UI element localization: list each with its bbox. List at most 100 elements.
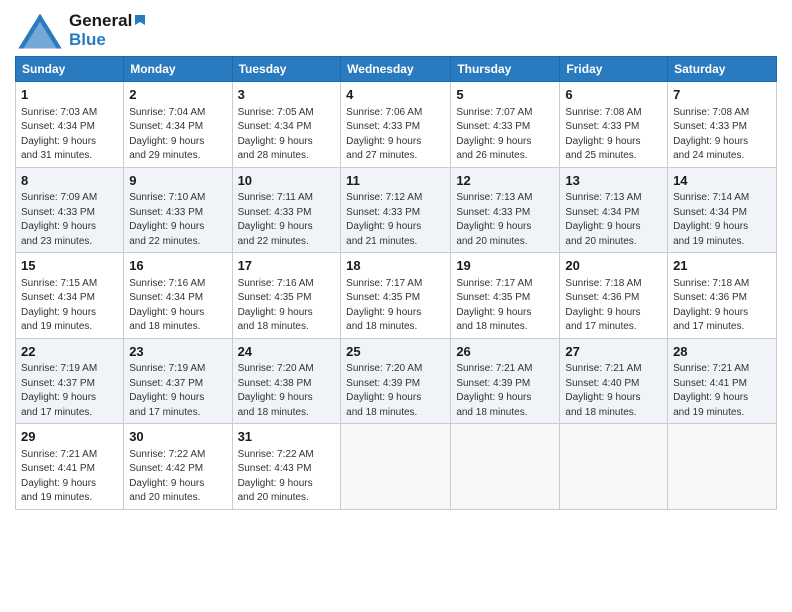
day-number: 31 [238, 428, 336, 446]
day-cell: 10 Sunrise: 7:11 AM Sunset: 4:33 PM Dayli… [232, 167, 341, 253]
day-number: 18 [346, 257, 445, 275]
day-info: Sunrise: 7:08 AM Sunset: 4:33 PM Dayligh… [673, 107, 749, 162]
day-number: 28 [673, 343, 771, 361]
day-number: 5 [456, 86, 554, 104]
day-info: Sunrise: 7:22 AM Sunset: 4:43 PM Dayligh… [238, 449, 314, 504]
day-cell: 1 Sunrise: 7:03 AM Sunset: 4:34 PM Daylig… [16, 82, 124, 168]
day-cell: 17 Sunrise: 7:16 AM Sunset: 4:35 PM Dayli… [232, 253, 341, 339]
day-cell: 9 Sunrise: 7:10 AM Sunset: 4:33 PM Daylig… [124, 167, 232, 253]
day-info: Sunrise: 7:18 AM Sunset: 4:36 PM Dayligh… [673, 278, 749, 333]
day-info: Sunrise: 7:19 AM Sunset: 4:37 PM Dayligh… [129, 363, 205, 418]
logo-icon [15, 10, 65, 52]
day-number: 24 [238, 343, 336, 361]
day-number: 15 [21, 257, 118, 275]
day-cell: 16 Sunrise: 7:16 AM Sunset: 4:34 PM Dayli… [124, 253, 232, 339]
day-number: 1 [21, 86, 118, 104]
day-info: Sunrise: 7:13 AM Sunset: 4:33 PM Dayligh… [456, 192, 532, 247]
col-header-wednesday: Wednesday [341, 57, 451, 82]
day-number: 3 [238, 86, 336, 104]
day-info: Sunrise: 7:05 AM Sunset: 4:34 PM Dayligh… [238, 107, 314, 162]
day-cell: 6 Sunrise: 7:08 AM Sunset: 4:33 PM Daylig… [560, 82, 668, 168]
day-number: 10 [238, 172, 336, 190]
day-cell: 3 Sunrise: 7:05 AM Sunset: 4:34 PM Daylig… [232, 82, 341, 168]
day-number: 21 [673, 257, 771, 275]
logo-area: General Blue [15, 10, 147, 52]
day-number: 6 [565, 86, 662, 104]
day-info: Sunrise: 7:17 AM Sunset: 4:35 PM Dayligh… [346, 278, 422, 333]
day-info: Sunrise: 7:20 AM Sunset: 4:38 PM Dayligh… [238, 363, 314, 418]
day-cell: 25Sunrise: 7:20 AM Sunset: 4:39 PM Dayli… [341, 338, 451, 424]
day-cell: 30Sunrise: 7:22 AM Sunset: 4:42 PM Dayli… [124, 424, 232, 510]
day-number: 8 [21, 172, 118, 190]
day-info: Sunrise: 7:14 AM Sunset: 4:34 PM Dayligh… [673, 192, 749, 247]
day-info: Sunrise: 7:21 AM Sunset: 4:41 PM Dayligh… [21, 449, 97, 504]
day-cell [668, 424, 777, 510]
day-info: Sunrise: 7:13 AM Sunset: 4:34 PM Dayligh… [565, 192, 641, 247]
day-cell [560, 424, 668, 510]
day-number: 22 [21, 343, 118, 361]
day-info: Sunrise: 7:21 AM Sunset: 4:41 PM Dayligh… [673, 363, 749, 418]
day-number: 23 [129, 343, 226, 361]
day-info: Sunrise: 7:18 AM Sunset: 4:36 PM Dayligh… [565, 278, 641, 333]
day-number: 13 [565, 172, 662, 190]
day-info: Sunrise: 7:09 AM Sunset: 4:33 PM Dayligh… [21, 192, 97, 247]
day-info: Sunrise: 7:03 AM Sunset: 4:34 PM Dayligh… [21, 107, 97, 162]
day-info: Sunrise: 7:20 AM Sunset: 4:39 PM Dayligh… [346, 363, 422, 418]
day-number: 9 [129, 172, 226, 190]
col-header-thursday: Thursday [451, 57, 560, 82]
week-row-4: 22 Sunrise: 7:19 AM Sunset: 4:37 PM Dayli… [16, 338, 777, 424]
col-header-saturday: Saturday [668, 57, 777, 82]
day-number: 4 [346, 86, 445, 104]
day-info: Sunrise: 7:15 AM Sunset: 4:34 PM Dayligh… [21, 278, 97, 333]
day-cell: 11 Sunrise: 7:12 AM Sunset: 4:33 PM Dayli… [341, 167, 451, 253]
day-number: 16 [129, 257, 226, 275]
day-number: 29 [21, 428, 118, 446]
day-cell: 23 Sunrise: 7:19 AM Sunset: 4:37 PM Dayli… [124, 338, 232, 424]
day-number: 7 [673, 86, 771, 104]
day-cell: 27 Sunrise: 7:21 AM Sunset: 4:40 PM Dayli… [560, 338, 668, 424]
col-header-tuesday: Tuesday [232, 57, 341, 82]
day-number: 11 [346, 172, 445, 190]
day-info: Sunrise: 7:21 AM Sunset: 4:40 PM Dayligh… [565, 363, 641, 418]
day-info: Sunrise: 7:22 AM Sunset: 4:42 PM Dayligh… [129, 449, 205, 504]
day-info: Sunrise: 7:16 AM Sunset: 4:34 PM Dayligh… [129, 278, 205, 333]
day-info: Sunrise: 7:06 AM Sunset: 4:33 PM Dayligh… [346, 107, 422, 162]
day-cell: 29 Sunrise: 7:21 AM Sunset: 4:41 PM Dayli… [16, 424, 124, 510]
col-header-friday: Friday [560, 57, 668, 82]
day-cell: 24 Sunrise: 7:20 AM Sunset: 4:38 PM Dayli… [232, 338, 341, 424]
calendar-table: SundayMondayTuesdayWednesdayThursdayFrid… [15, 56, 777, 510]
day-info: Sunrise: 7:04 AM Sunset: 4:34 PM Dayligh… [129, 107, 205, 162]
logo-flag-icon [133, 15, 147, 29]
day-info: Sunrise: 7:10 AM Sunset: 4:33 PM Dayligh… [129, 192, 205, 247]
col-header-sunday: Sunday [16, 57, 124, 82]
day-cell: 5 Sunrise: 7:07 AM Sunset: 4:33 PM Daylig… [451, 82, 560, 168]
day-info: Sunrise: 7:16 AM Sunset: 4:35 PM Dayligh… [238, 278, 314, 333]
day-cell [451, 424, 560, 510]
day-cell [341, 424, 451, 510]
day-number: 27 [565, 343, 662, 361]
header-row: SundayMondayTuesdayWednesdayThursdayFrid… [16, 57, 777, 82]
day-cell: 19Sunrise: 7:17 AM Sunset: 4:35 PM Dayli… [451, 253, 560, 339]
day-info: Sunrise: 7:19 AM Sunset: 4:37 PM Dayligh… [21, 363, 97, 418]
day-number: 12 [456, 172, 554, 190]
day-cell: 7 Sunrise: 7:08 AM Sunset: 4:33 PM Daylig… [668, 82, 777, 168]
col-header-monday: Monday [124, 57, 232, 82]
day-number: 20 [565, 257, 662, 275]
day-info: Sunrise: 7:11 AM Sunset: 4:33 PM Dayligh… [238, 192, 313, 247]
day-cell: 31 Sunrise: 7:22 AM Sunset: 4:43 PM Dayli… [232, 424, 341, 510]
day-number: 14 [673, 172, 771, 190]
day-number: 19 [456, 257, 554, 275]
day-number: 26 [456, 343, 554, 361]
day-cell: 22 Sunrise: 7:19 AM Sunset: 4:37 PM Dayli… [16, 338, 124, 424]
day-info: Sunrise: 7:12 AM Sunset: 4:33 PM Dayligh… [346, 192, 422, 247]
day-info: Sunrise: 7:07 AM Sunset: 4:33 PM Dayligh… [456, 107, 532, 162]
day-cell: 8 Sunrise: 7:09 AM Sunset: 4:33 PM Daylig… [16, 167, 124, 253]
day-cell: 4 Sunrise: 7:06 AM Sunset: 4:33 PM Daylig… [341, 82, 451, 168]
day-cell: 18 Sunrise: 7:17 AM Sunset: 4:35 PM Dayli… [341, 253, 451, 339]
day-number: 17 [238, 257, 336, 275]
day-info: Sunrise: 7:08 AM Sunset: 4:33 PM Dayligh… [565, 107, 641, 162]
day-info: Sunrise: 7:21 AM Sunset: 4:39 PM Dayligh… [456, 363, 532, 418]
day-cell: 12 Sunrise: 7:13 AM Sunset: 4:33 PM Dayli… [451, 167, 560, 253]
day-cell: 28 Sunrise: 7:21 AM Sunset: 4:41 PM Dayli… [668, 338, 777, 424]
day-cell: 15 Sunrise: 7:15 AM Sunset: 4:34 PM Dayli… [16, 253, 124, 339]
